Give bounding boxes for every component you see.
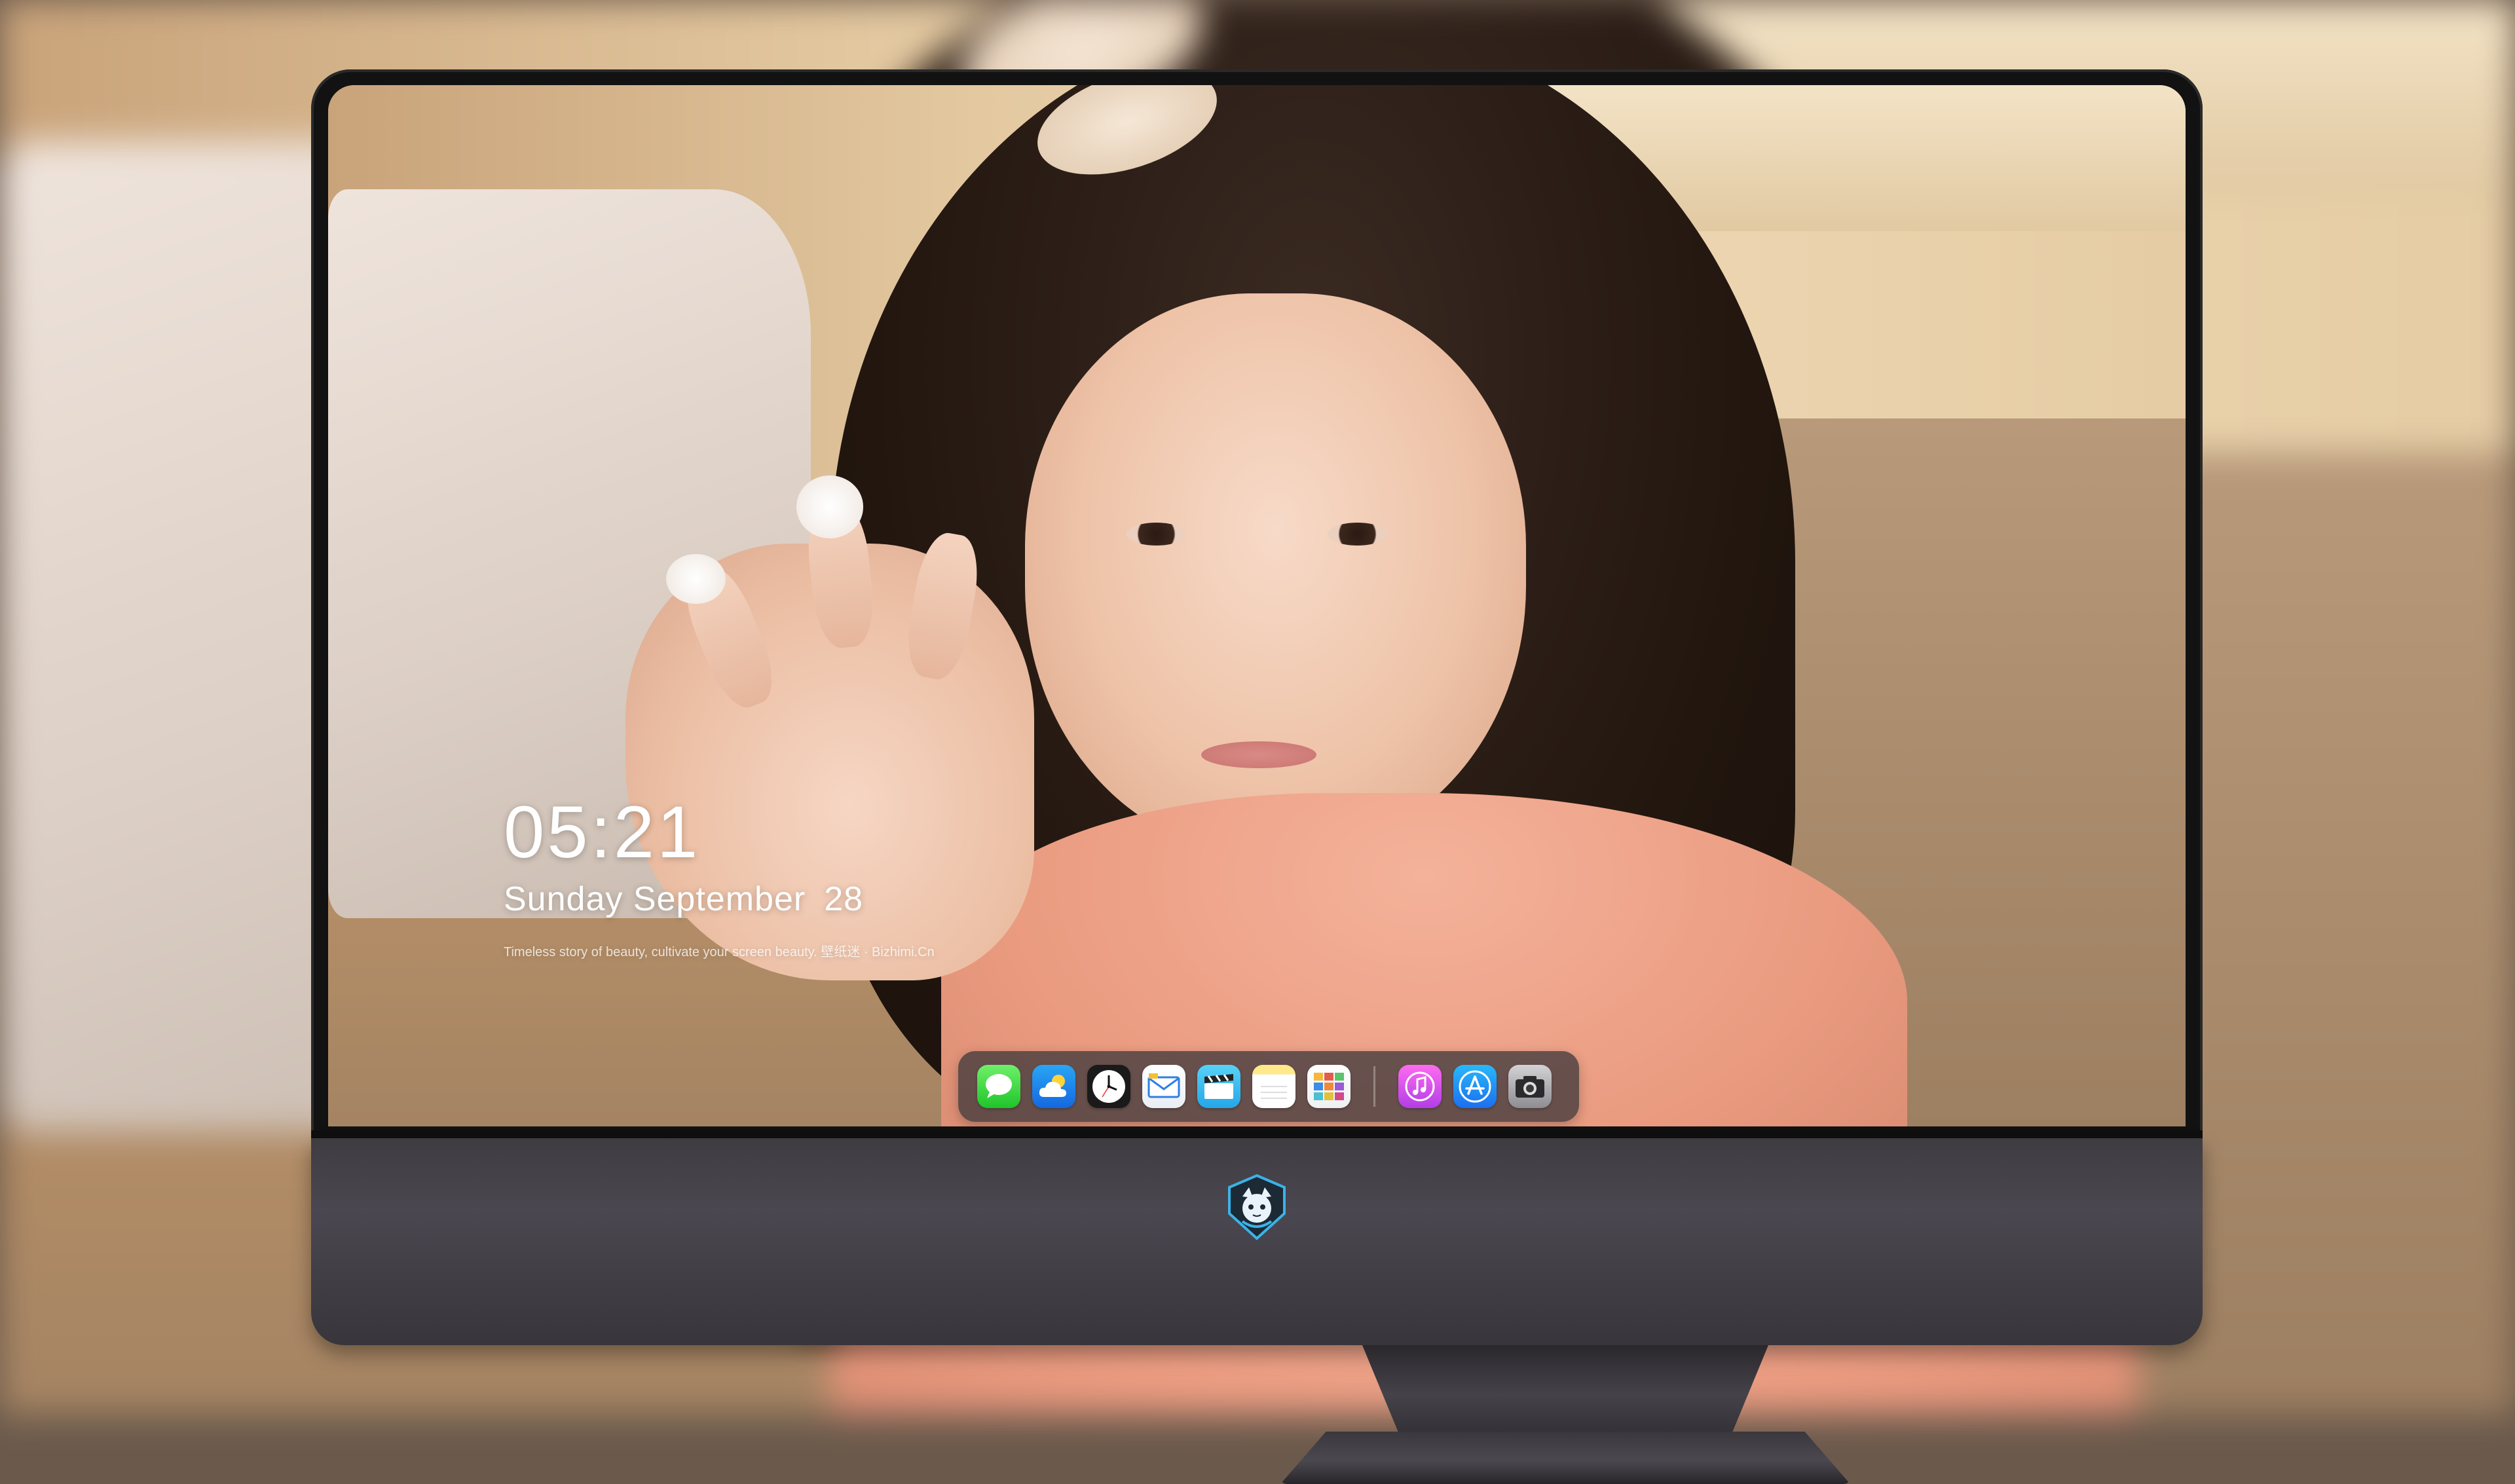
month: September <box>633 880 806 918</box>
messages-app-icon[interactable] <box>977 1065 1020 1108</box>
app-store-icon[interactable] <box>1453 1065 1497 1108</box>
mascot-logo-icon <box>1228 1174 1286 1240</box>
tagline: Timeless story of beauty, cultivate your… <box>504 945 935 959</box>
screen[interactable]: 05:21 Sunday September 28 Timeless story … <box>328 85 2186 1126</box>
dock-separator <box>1373 1066 1375 1107</box>
photos-app-icon[interactable] <box>1307 1065 1351 1108</box>
weather-app-icon[interactable] <box>1032 1065 1075 1108</box>
camera-app-icon[interactable] <box>1508 1065 1552 1108</box>
monitor-chin <box>311 1138 2203 1345</box>
date-line: Sunday September 28 <box>504 880 935 919</box>
weekday: Sunday <box>504 880 624 918</box>
clock-time: 05:21 <box>504 791 701 873</box>
monitor-bezel: 05:21 Sunday September 28 Timeless story … <box>311 69 2203 1138</box>
music-app-icon[interactable] <box>1398 1065 1442 1108</box>
monitor-stand-base <box>1280 1432 1850 1484</box>
lock-screen-info: 05:21 Sunday September 28 Timeless story … <box>504 796 935 960</box>
wallpaper <box>328 85 2186 1126</box>
clock-app-icon[interactable] <box>1087 1065 1130 1108</box>
monitor: 05:21 Sunday September 28 Timeless story … <box>311 69 2203 1484</box>
day: 28 <box>824 880 864 918</box>
monitor-stand-neck <box>1362 1345 1768 1443</box>
dock <box>958 1051 1579 1122</box>
videos-app-icon[interactable] <box>1197 1065 1240 1108</box>
mail-app-icon[interactable] <box>1142 1065 1185 1108</box>
notes-app-icon[interactable] <box>1252 1065 1295 1108</box>
